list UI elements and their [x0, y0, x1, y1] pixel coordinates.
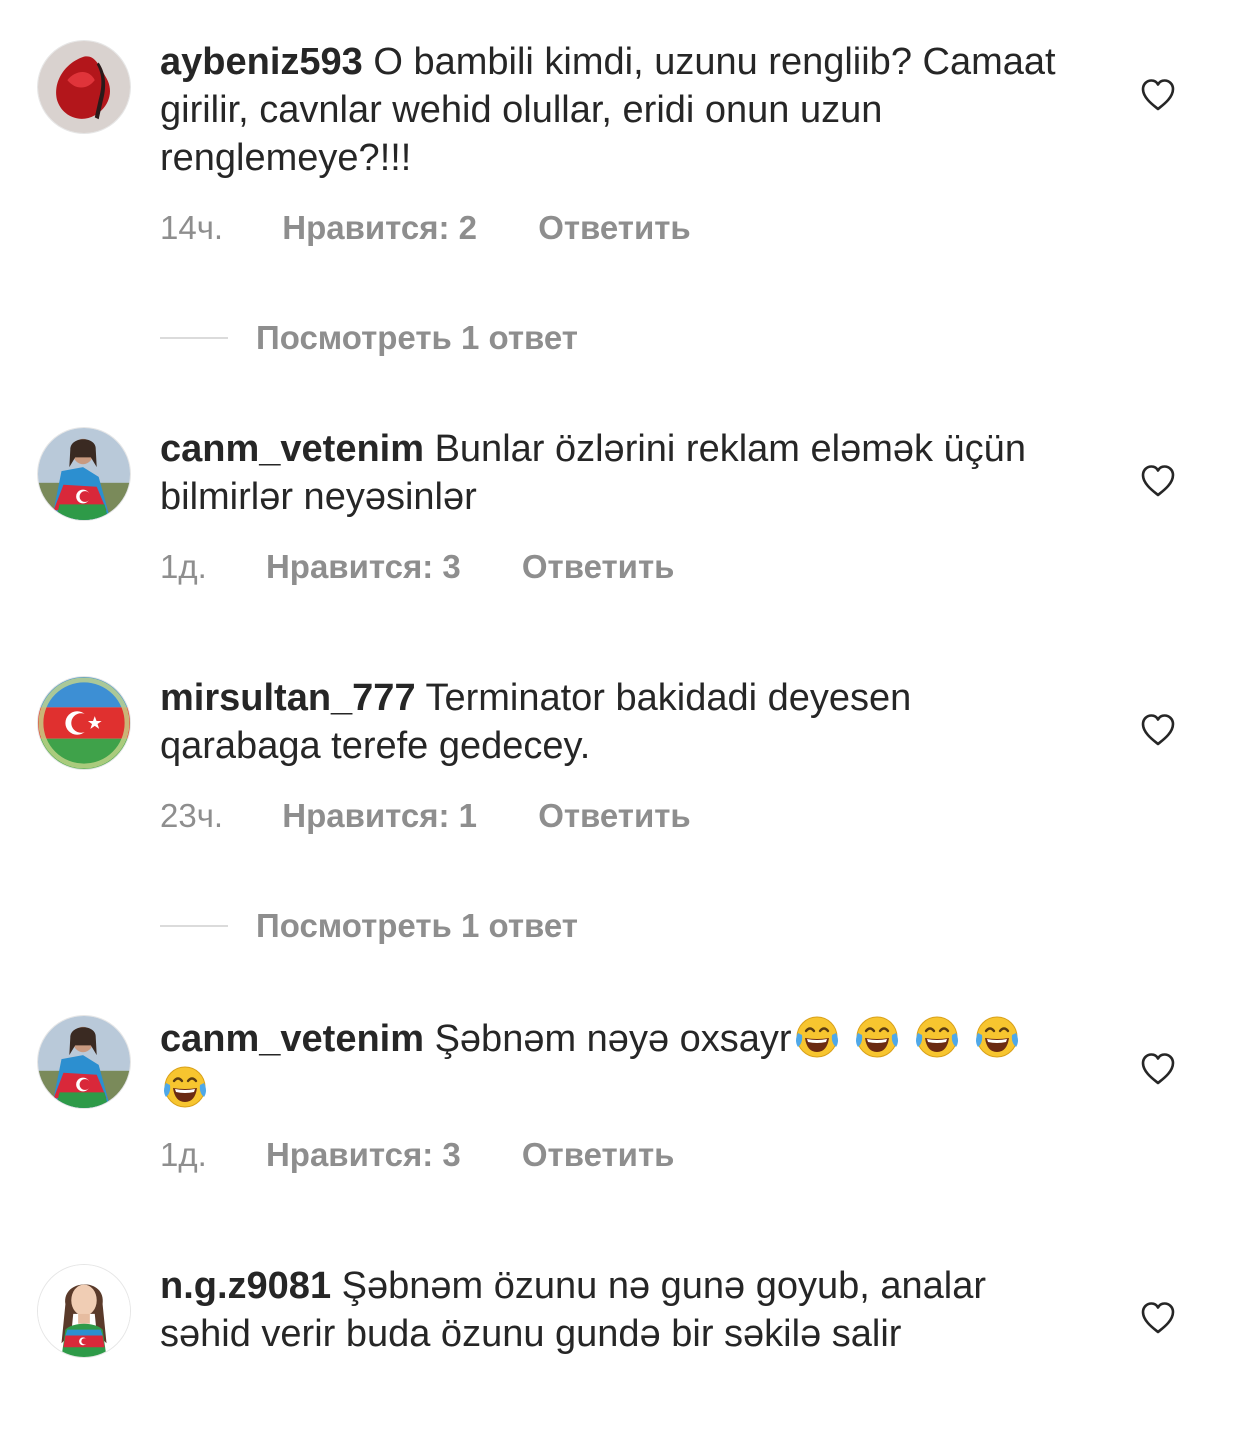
comment-text: mirsultan_777 Terminator bakidadi deyese… [160, 674, 1080, 770]
face-with-tears-of-joy-icon [164, 1066, 206, 1108]
face-with-tears-of-joy-icon [975, 1016, 1018, 1058]
comment-meta: 14ч. Нравится: 2 Ответить [160, 208, 691, 248]
heart-outline-icon[interactable] [1140, 78, 1176, 112]
face-with-tears-of-joy-icon [795, 1016, 838, 1058]
comment-likes[interactable]: Нравится: 2 [282, 208, 477, 248]
comment-time[interactable]: 1д. [160, 547, 207, 587]
comment-likes[interactable]: Нравится: 3 [266, 1135, 461, 1175]
reply-button[interactable]: Ответить [538, 796, 691, 836]
comment-body: Şəbnəm nəyə oxsayr [434, 1018, 792, 1060]
view-replies-label: Посмотреть 1 ответ [256, 319, 578, 356]
comment-time[interactable]: 1д. [160, 1135, 207, 1175]
reply-button[interactable]: Ответить [538, 208, 691, 248]
comment-text: canm_vetenim Şəbnəm nəyə oxsayr [160, 1013, 1080, 1113]
divider-line [160, 925, 228, 927]
avatar[interactable] [37, 676, 131, 770]
comment-text: n.g.z9081 Şəbnəm özunu nə gunə goyub, an… [160, 1262, 1080, 1358]
comment-username[interactable]: aybeniz593 [160, 41, 363, 83]
comment-time[interactable]: 23ч. [160, 796, 223, 836]
heart-outline-icon[interactable] [1140, 713, 1176, 747]
comment-username[interactable]: mirsultan_777 [160, 677, 416, 719]
comment-time[interactable]: 14ч. [160, 208, 223, 248]
comment-username[interactable]: n.g.z9081 [160, 1265, 331, 1307]
heart-outline-icon[interactable] [1140, 1301, 1176, 1335]
heart-outline-icon[interactable] [1140, 464, 1176, 498]
view-replies-label: Посмотреть 1 ответ [256, 907, 578, 944]
face-with-tears-of-joy-icon [855, 1016, 898, 1058]
comment-meta: 1д. Нравится: 3 Ответить [160, 547, 674, 587]
reply-button[interactable]: Ответить [522, 1135, 675, 1175]
comment-username[interactable]: canm_vetenim [160, 1018, 424, 1060]
avatar[interactable] [37, 40, 131, 134]
heart-outline-icon[interactable] [1140, 1052, 1176, 1086]
avatar[interactable] [37, 1015, 131, 1109]
reply-button[interactable]: Ответить [522, 547, 675, 587]
comment-meta: 1д. Нравится: 3 Ответить [160, 1135, 674, 1175]
comment-likes[interactable]: Нравится: 1 [282, 796, 477, 836]
divider-line [160, 337, 228, 339]
comment-text: aybeniz593 O bambili kimdi, uzunu rengli… [160, 38, 1080, 182]
avatar[interactable] [37, 427, 131, 521]
view-replies-button[interactable]: Посмотреть 1 ответ [160, 906, 578, 946]
face-with-tears-of-joy-icon [915, 1016, 958, 1058]
comment-username[interactable]: canm_vetenim [160, 428, 424, 470]
avatar[interactable] [37, 1264, 131, 1358]
view-replies-button[interactable]: Посмотреть 1 ответ [160, 318, 578, 358]
comment-meta: 23ч. Нравится: 1 Ответить [160, 796, 691, 836]
comment-text: canm_vetenim Bunlar özlərini reklam eləm… [160, 425, 1080, 521]
comment-likes[interactable]: Нравится: 3 [266, 547, 461, 587]
